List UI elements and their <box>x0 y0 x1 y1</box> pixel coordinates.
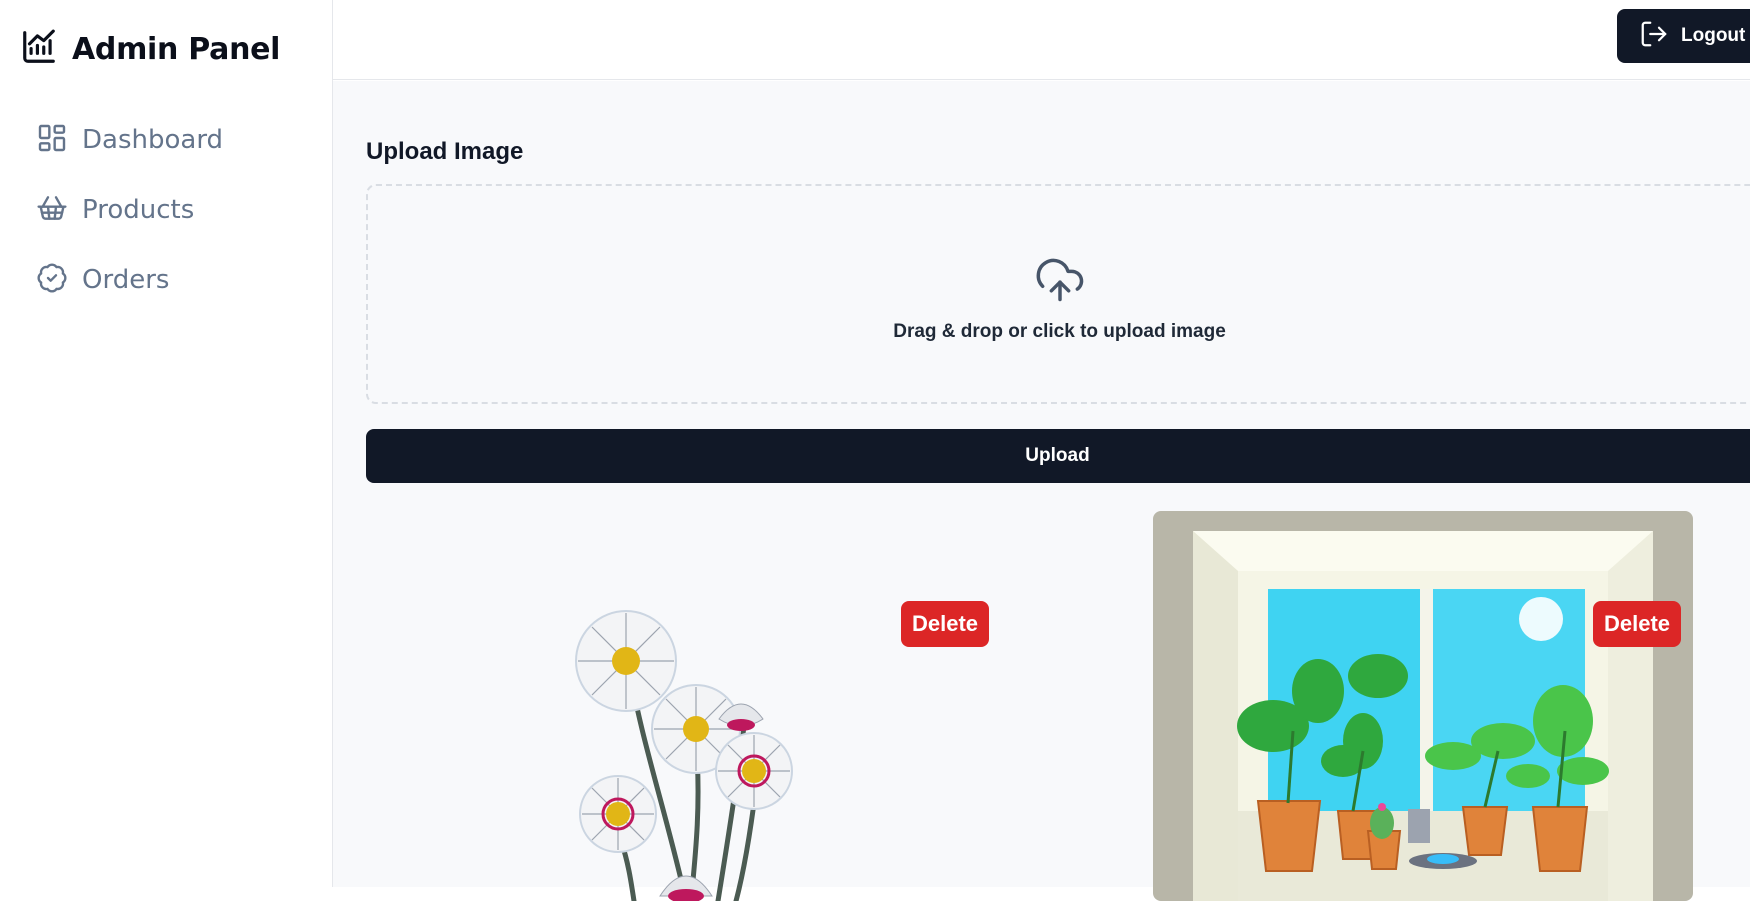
brand[interactable]: Admin Panel <box>20 28 280 71</box>
sidebar-nav: Dashboard Products Orders <box>36 120 223 300</box>
sidebar-item-orders[interactable]: Orders <box>36 260 223 300</box>
layout-dashboard-icon <box>36 122 68 159</box>
dropzone-text: Drag & drop or click to upload image <box>893 321 1226 342</box>
log-out-icon <box>1639 19 1669 54</box>
image-card: Delete <box>366 511 1006 901</box>
upload-button-label: Upload <box>1025 445 1090 466</box>
badge-check-icon <box>36 262 68 299</box>
main-content: Upload Image Drag & drop or click to upl… <box>333 81 1750 901</box>
upload-button[interactable]: Upload <box>366 429 1750 483</box>
brand-title: Admin Panel <box>72 32 281 67</box>
sidebar-item-products[interactable]: Products <box>36 190 223 230</box>
image-card: Delete <box>1153 511 1693 901</box>
uploaded-image-plants <box>1193 531 1653 901</box>
logout-button[interactable]: Logout <box>1617 9 1750 63</box>
chart-line-icon <box>20 28 58 71</box>
top-header: Logout <box>333 0 1750 80</box>
dropzone-content: Drag & drop or click to upload image <box>368 254 1750 343</box>
delete-image-button[interactable]: Delete <box>1593 601 1681 647</box>
uploaded-image-daisies <box>575 610 793 901</box>
sidebar-item-label: Orders <box>82 265 170 295</box>
image-dropzone[interactable]: Drag & drop or click to upload image <box>366 184 1750 404</box>
sidebar-item-label: Products <box>82 195 195 225</box>
sidebar: Admin Panel Dashboard Products Orders <box>0 0 333 887</box>
logout-label: Logout <box>1681 25 1746 46</box>
sidebar-item-label: Dashboard <box>82 125 224 155</box>
sidebar-item-dashboard[interactable]: Dashboard <box>36 120 223 160</box>
shopping-basket-icon <box>36 192 68 229</box>
upload-section-title: Upload Image <box>366 138 524 165</box>
cloud-upload-icon <box>1034 254 1086 311</box>
delete-image-button[interactable]: Delete <box>901 601 989 647</box>
